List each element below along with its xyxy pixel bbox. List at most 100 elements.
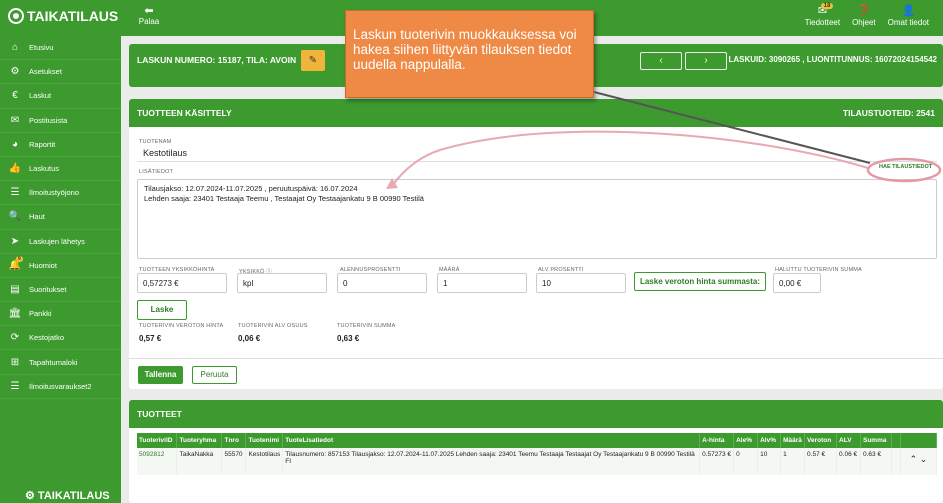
sidebar-item-label: Ilmoitustyöjono [29, 188, 80, 198]
logo-icon [8, 8, 24, 24]
sidebar-item-label: Suoritukset [29, 284, 67, 294]
move-up-icon[interactable]: ⌃ [910, 454, 918, 464]
inbox-icon: ▤ [10, 283, 20, 295]
cell-extra: Tilausnumero: 857153 Tilausjakso: 12.07.… [282, 448, 701, 475]
column-header[interactable]: A-hinta [699, 433, 735, 448]
next-button[interactable]: › [685, 52, 727, 70]
cell-discount: 0 [733, 448, 759, 475]
sidebar-item-label: Asetukset [29, 67, 62, 77]
unit-input[interactable]: kpl [237, 273, 327, 293]
column-header[interactable]: ALV [836, 433, 861, 448]
nav-notices[interactable]: ✉ 18 Tiedotteet [804, 3, 841, 27]
nav-notices-label: Tiedotteet [804, 18, 841, 27]
cancel-button[interactable]: Peruuta [192, 366, 237, 384]
divider [137, 161, 937, 162]
invoice-title: LASKUN NUMERO: 15187, TILA: AVOIN [137, 55, 297, 65]
gear-icon: ⚙ [10, 66, 20, 78]
bank-icon: 🏛 [8, 308, 22, 320]
sidebar-item-settings[interactable]: ⚙ Asetukset [0, 60, 121, 85]
sidebar-item-mailings[interactable]: ✉ Postitusista [0, 109, 121, 133]
column-header[interactable]: Tnro [221, 433, 247, 448]
vat-input[interactable]: 10 [536, 273, 626, 293]
column-header[interactable]: Alv% [757, 433, 782, 448]
row-sum-label: TUOTERIVIN SUMMA [337, 323, 396, 329]
list-icon: ☰ [10, 187, 20, 199]
cell-sum: 0.63 € [860, 448, 892, 475]
sidebar-item-billing[interactable]: 👍 Laskutus [0, 157, 121, 182]
send-icon: ➤ [10, 235, 20, 247]
sidebar-item-sending[interactable]: ➤ Laskujen lähetys [0, 230, 121, 254]
sidebar-item-eventlog[interactable]: ⊞ Tapahtumaloki [0, 350, 121, 375]
sidebar-item-search[interactable]: 🔍 Haut [0, 205, 121, 230]
cell-empty [891, 448, 901, 475]
fetch-order-info-button[interactable]: HAE TILAUSTIEDOT [879, 164, 932, 170]
sidebar-item-label: Tapahtumaloki [29, 357, 78, 367]
calc-net-from-sum-button[interactable]: Laske veroton hinta summasta: [634, 272, 766, 291]
sidebar-item-notes[interactable]: 🔔 9 Huomiot [0, 254, 121, 278]
extra-info-textarea[interactable]: Tilausjakso: 12.07.2024-11.07.2025 , per… [137, 179, 937, 259]
sidebar: ⌂ Etusivu ⚙ Asetukset € Laskut ✉ Postitusist… [0, 36, 121, 503]
net-price-value: 0,57 € [139, 334, 162, 343]
footer-brand-text: TAIKATILAUS [37, 490, 110, 502]
calculate-button[interactable]: Laske [137, 300, 187, 320]
column-header[interactable]: Tuotenimi [245, 433, 284, 448]
save-button[interactable]: Tallenna [138, 366, 183, 384]
search-icon: 🔍 [8, 211, 22, 223]
sidebar-item-reports[interactable]: ◕ Raportit [0, 133, 121, 157]
discount-input[interactable]: 0 [337, 273, 427, 293]
vat-share-label: TUOTERIVIN ALV OSUUS [238, 323, 308, 329]
brand-name: TAIKATILAUS [27, 8, 119, 24]
column-header[interactable]: Summa [860, 433, 892, 448]
brand-logo[interactable]: TAIKATILAUS [8, 8, 118, 24]
sidebar-item-label: Pankki [29, 309, 52, 319]
column-header[interactable]: TuoteLisatiedot [282, 433, 701, 448]
previous-button[interactable]: ‹ [640, 52, 682, 70]
sidebar-item-bank[interactable]: 🏛 Pankki [0, 302, 121, 327]
column-header[interactable]: Tuoteryhma [176, 433, 223, 448]
product-name-label: TUOTENAM [139, 139, 172, 145]
notes-badge: 9 [16, 255, 23, 262]
nav-profile[interactable]: 👤 Omat tiedot [888, 5, 929, 27]
sidebar-item-label: Laskut [29, 91, 52, 101]
arrow-left-icon: ⬅ [144, 5, 154, 17]
divider [129, 358, 943, 359]
quantity-input[interactable]: 1 [437, 273, 527, 293]
column-header[interactable]: TuoterivilD [137, 433, 178, 448]
back-button[interactable]: ⬅ Palaa [138, 5, 160, 26]
cell-group: TaikaNakka [176, 448, 223, 475]
sidebar-item-payments[interactable]: ▤ Suoritukset [0, 278, 121, 303]
column-header[interactable]: Määrä [780, 433, 806, 448]
column-header [900, 433, 938, 448]
product-edit-header: TUOTTEEN KÄSITTELY TILAUSTUOTEID: 2541 [129, 99, 943, 127]
sidebar-item-label: Laskujen lähetys [29, 236, 85, 246]
cell-row-id[interactable]: 5092812 [137, 448, 178, 475]
annotation-callout: Laskun tuoterivin muokkauksessa voi hake… [345, 10, 594, 98]
column-header[interactable]: Ale% [733, 433, 759, 448]
sidebar-item-invoices[interactable]: € Laskut [0, 84, 121, 109]
order-product-id: TILAUSTUOTEID: 2541 [842, 108, 935, 118]
nav-help[interactable]: ❓ Ohjeet [852, 5, 876, 27]
table-row[interactable]: 5092812 TaikaNakka 55570 Kestotilaus Til… [137, 448, 938, 475]
nav-profile-label: Omat tiedot [887, 18, 929, 27]
extra-info-label: LISÄTIEDOT [139, 169, 174, 175]
extra-info-line-2: Lehden saaja: 23401 Testaaja Teemu , Tes… [144, 194, 424, 203]
move-down-icon[interactable]: ⌄ [920, 454, 928, 464]
table-icon: ⊞ [10, 356, 20, 368]
sidebar-item-reservations[interactable]: ☰ Ilmoitusvaraukset2 [0, 375, 121, 399]
thumbs-up-icon: 👍 [8, 163, 22, 175]
sidebar-item-queue[interactable]: ☰ Ilmoitustyöjono [0, 181, 121, 206]
cell-qty: 1 [780, 448, 806, 475]
sidebar-item-home[interactable]: ⌂ Etusivu [0, 36, 121, 61]
sidebar-item-label: Kestojatko [29, 333, 65, 343]
wanted-sum-input[interactable]: 0,00 € [773, 273, 821, 293]
extra-info-line-1: Tilausjakso: 12.07.2024-11.07.2025 , per… [144, 184, 358, 193]
edit-invoice-button[interactable]: ✎ [301, 50, 325, 71]
sidebar-item-label: Laskutus [29, 164, 60, 174]
product-name-field[interactable]: Kestotilaus [143, 148, 187, 158]
vat-share-value: 0,06 € [238, 334, 261, 343]
unit-price-input[interactable]: 0,57273 € [137, 273, 227, 293]
column-header[interactable]: Veroton [804, 433, 838, 448]
sidebar-item-renewal[interactable]: ⟳ Kestojatko [0, 326, 121, 351]
cell-vat-pct: 10 [757, 448, 782, 475]
nav-help-label: Ohjeet [852, 18, 876, 27]
